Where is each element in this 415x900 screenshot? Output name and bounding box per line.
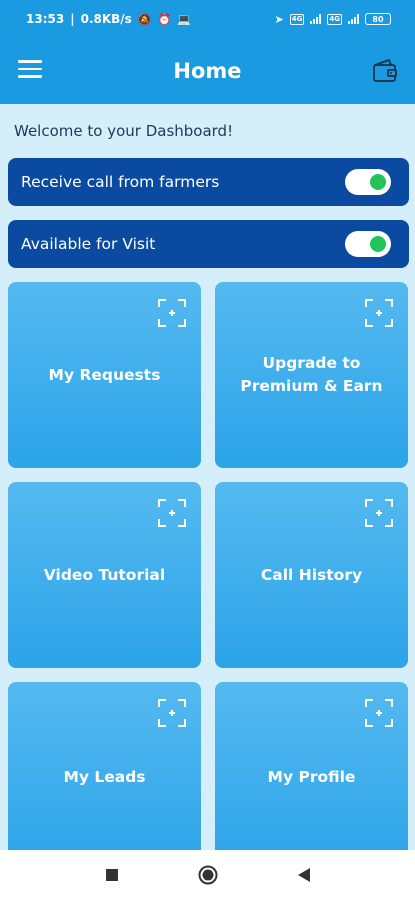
recents-square-icon[interactable] — [100, 863, 124, 887]
tile-my-profile[interactable]: My Profile — [215, 682, 408, 872]
battery-icon: 80 — [365, 13, 391, 25]
expand-frame-icon — [158, 499, 186, 527]
status-time: 13:53 — [26, 12, 65, 26]
laptop-icon: 💻 — [177, 12, 191, 26]
tile-label: My Requests — [48, 365, 161, 384]
tile-label: Call History — [260, 565, 363, 584]
expand-frame-icon — [158, 299, 186, 327]
status-left: 13:53 | 0.8KB/s 🔕 ⏰ 💻 — [26, 12, 191, 26]
notification-muted-icon: 🔕 — [137, 12, 152, 26]
tile-video-tutorial[interactable]: Video Tutorial — [8, 482, 201, 668]
expand-frame-icon — [365, 299, 393, 327]
toggle-row-receive-calls: Receive call from farmers — [8, 158, 409, 206]
page-title: Home — [173, 59, 242, 83]
status-divider: | — [70, 12, 75, 26]
tile-upgrade-premium[interactable]: Upgrade to Premium & Earn — [215, 282, 408, 468]
available-visit-switch[interactable] — [345, 231, 391, 257]
expand-frame-icon — [365, 499, 393, 527]
system-navigation-bar — [0, 850, 415, 900]
receive-calls-switch[interactable] — [345, 169, 391, 195]
sim1-signal-icon — [310, 14, 322, 24]
tile-label: My Profile — [267, 767, 356, 786]
sim1-network-type: 4G — [289, 13, 305, 25]
tile-label: Upgrade to Premium & Earn — [240, 354, 383, 395]
wallet-icon[interactable] — [371, 58, 399, 84]
tile-my-leads[interactable]: My Leads — [8, 682, 201, 872]
home-circle-icon[interactable] — [196, 863, 220, 887]
back-triangle-icon[interactable] — [292, 863, 316, 887]
status-bar: 13:53 | 0.8KB/s 🔕 ⏰ 💻 ➤ 4G 4G 80 — [0, 0, 415, 38]
tile-label: Video Tutorial — [43, 565, 166, 584]
status-right: ➤ 4G 4G 80 — [275, 13, 391, 25]
app-bar: Home — [0, 38, 415, 104]
switch-knob — [370, 236, 386, 252]
location-arrow-icon: ➤ — [274, 12, 284, 26]
tile-label: My Leads — [63, 767, 146, 786]
expand-frame-icon — [365, 699, 393, 727]
alarm-icon: ⏰ — [157, 12, 172, 26]
sim2-network-type: 4G — [327, 13, 342, 25]
hamburger-menu-icon[interactable] — [18, 60, 42, 78]
toggle-row-available-visit: Available for Visit — [8, 220, 409, 268]
expand-frame-icon — [158, 699, 186, 727]
toggle-label-receive-calls: Receive call from farmers — [21, 173, 220, 191]
status-network-speed: 0.8KB/s — [80, 12, 132, 26]
toggle-label-available-visit: Available for Visit — [21, 235, 156, 253]
tile-my-requests[interactable]: My Requests — [8, 282, 201, 468]
tile-call-history[interactable]: Call History — [215, 482, 408, 668]
switch-knob — [370, 174, 386, 190]
sim2-signal-icon — [348, 14, 359, 24]
welcome-text: Welcome to your Dashboard! — [14, 122, 234, 140]
